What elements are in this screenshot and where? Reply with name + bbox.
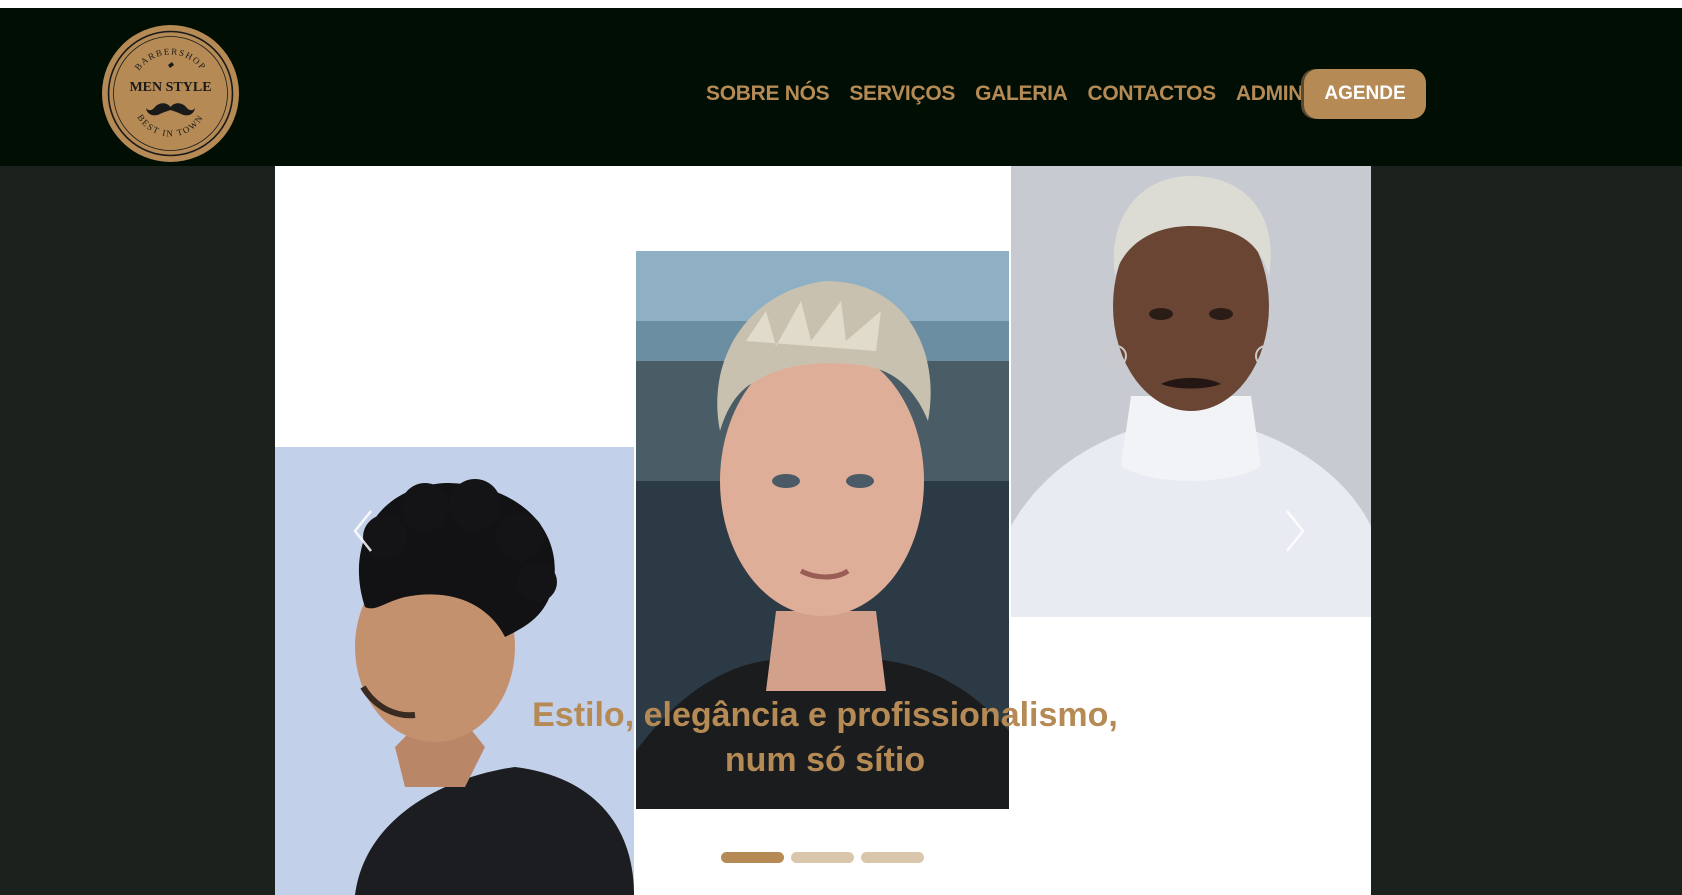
logo-name: MEN STYLE xyxy=(129,80,211,95)
chevron-right-icon xyxy=(1286,510,1305,552)
carousel-indicator-2[interactable] xyxy=(791,852,854,863)
mustache-badge-icon: BARBERSHOP MEN STYLE BEST IN TOWN xyxy=(107,30,234,157)
hero-caption-line2: num só sítio xyxy=(724,741,926,779)
agende-button[interactable]: AGENDE xyxy=(1304,69,1426,119)
hero-caption: Estilo, elegância e profissionalismo, nu… xyxy=(455,693,1195,783)
carousel-prev-button[interactable] xyxy=(343,501,383,561)
top-strip xyxy=(0,0,1682,8)
logo-top-text: BARBERSHOP xyxy=(133,46,207,72)
carousel-indicators xyxy=(721,852,931,863)
slide-photo-platinum xyxy=(1011,166,1371,617)
curly-fade-profile-icon xyxy=(275,447,634,895)
svg-text:BEST IN TOWN: BEST IN TOWN xyxy=(135,112,205,138)
carousel-indicator-1[interactable] xyxy=(721,852,784,863)
main-nav: SOBRE NÓS SERVIÇOS GALERIA CONTACTOS ADM… xyxy=(706,74,1323,114)
platinum-buzz-turtleneck-icon xyxy=(1011,166,1371,617)
nav-item-admin[interactable]: ADMIN xyxy=(1236,82,1304,106)
nav-item-contactos[interactable]: CONTACTOS xyxy=(1087,82,1216,106)
mustache-icon xyxy=(146,103,195,116)
carousel-next-button[interactable] xyxy=(1275,501,1315,561)
hero-caption-line1: Estilo, elegância e profissionalismo, xyxy=(532,696,1118,734)
nav-item-servicos[interactable]: SERVIÇOS xyxy=(849,82,955,106)
chevron-left-icon xyxy=(353,510,372,552)
carousel-indicator-3[interactable] xyxy=(861,852,924,863)
brand-logo[interactable]: BARBERSHOP MEN STYLE BEST IN TOWN xyxy=(102,25,239,162)
navbar: BARBERSHOP MEN STYLE BEST IN TOWN SOBRE … xyxy=(0,8,1682,166)
hero-carousel: Estilo, elegância e profissionalismo, nu… xyxy=(275,166,1371,895)
nav-item-galeria[interactable]: GALERIA xyxy=(975,82,1068,106)
logo-bottom-text: BEST IN TOWN xyxy=(135,112,204,138)
nav-item-sobre-nos[interactable]: SOBRE NÓS xyxy=(706,82,830,106)
svg-text:BARBERSHOP: BARBERSHOP xyxy=(133,46,209,72)
slide-photo-curly xyxy=(275,447,634,895)
